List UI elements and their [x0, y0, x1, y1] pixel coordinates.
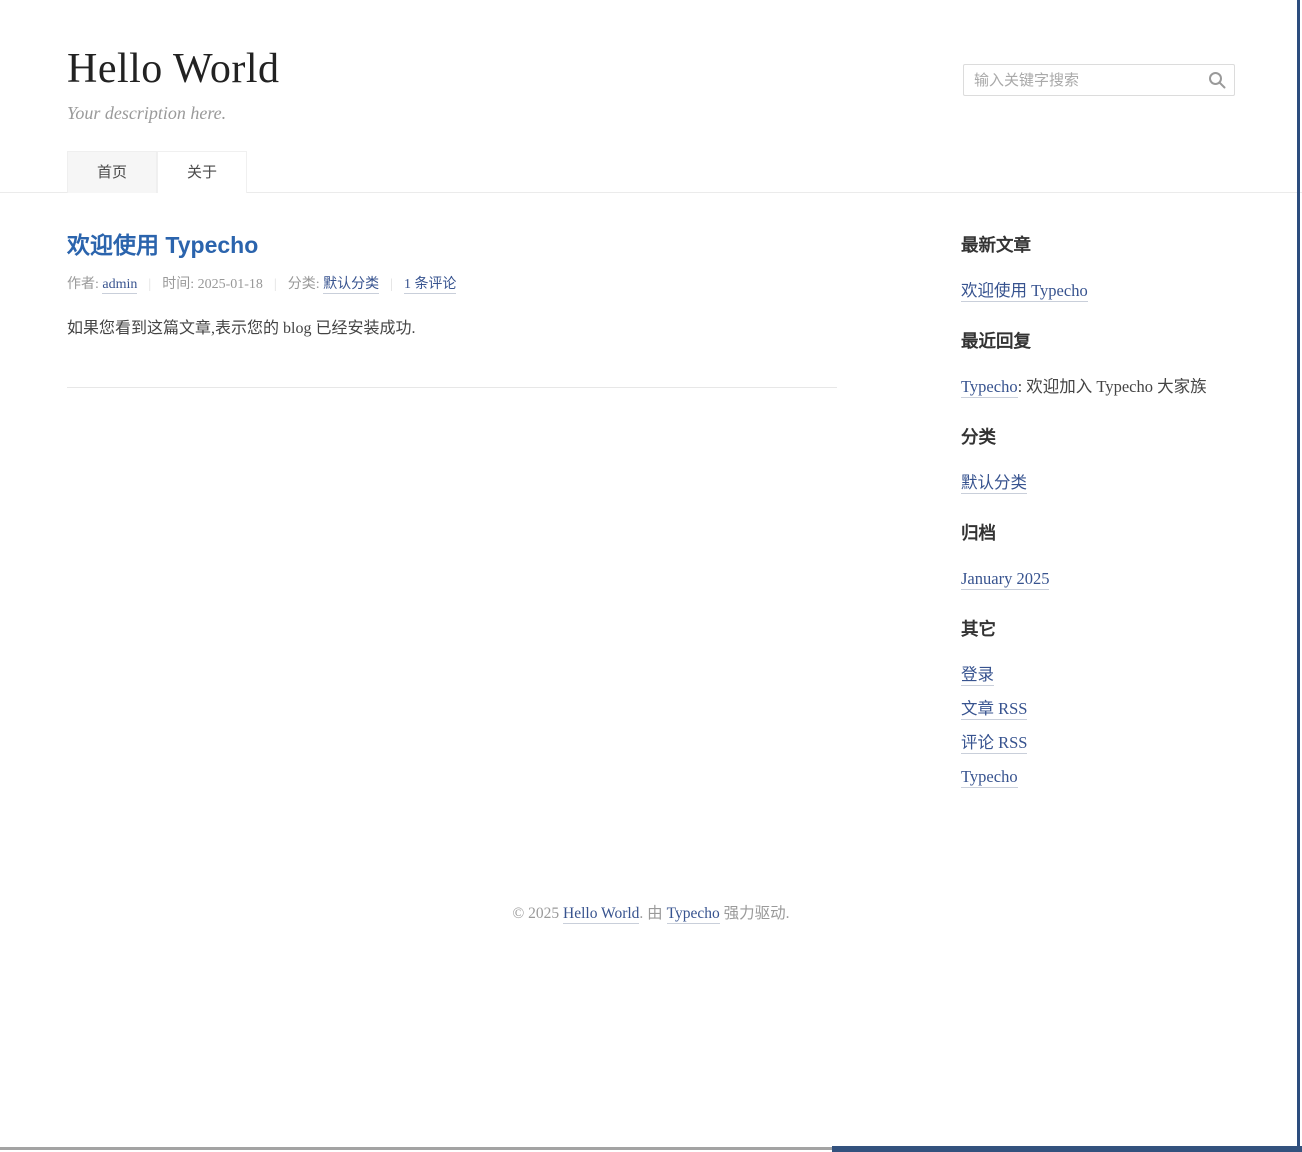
site-title-link[interactable]: Hello World — [67, 46, 280, 92]
sidebar-section-recent-comments: 最近回复 Typecho: 欢迎加入 Typecho 大家族 — [961, 331, 1235, 397]
recent-comment-text: : 欢迎加入 Typecho 大家族 — [1018, 377, 1207, 396]
list-item: January 2025 — [961, 569, 1235, 589]
search-box — [963, 64, 1235, 96]
main-area: 欢迎使用 Typecho 作者: admin | 时间: 2025-01-18 | 分类… — [67, 193, 1235, 817]
post-time: 时间: 2025-01-18 — [162, 277, 263, 292]
footer-suffix-text: 强力驱动. — [720, 905, 790, 922]
sidebar-section-recent-posts: 最新文章 欢迎使用 Typecho — [961, 235, 1235, 301]
post: 欢迎使用 Typecho 作者: admin | 时间: 2025-01-18 | 分类… — [67, 231, 837, 341]
background-window-right-edge — [1297, 0, 1300, 1152]
sidebar-section-misc: 其它 登录 文章 RSS 评论 RSS Typecho — [961, 619, 1235, 787]
post-author-link[interactable]: admin — [102, 277, 137, 294]
sidebar-section-categories: 分类 默认分类 — [961, 427, 1235, 493]
copyright-text: © 2025 — [513, 905, 564, 922]
list-item: Typecho — [961, 767, 1235, 787]
nav-tab-about[interactable]: 关于 — [157, 151, 247, 193]
sidebar: 最新文章 欢迎使用 Typecho 最近回复 Typecho: 欢迎加入 Typ… — [961, 193, 1235, 817]
search-input[interactable] — [963, 64, 1235, 96]
footer-middle-text: . 由 — [639, 905, 666, 922]
archive-link[interactable]: January 2025 — [961, 569, 1049, 590]
post-divider — [67, 387, 837, 388]
widget-title: 最新文章 — [961, 235, 1235, 255]
recent-comment-author-link[interactable]: Typecho — [961, 377, 1018, 398]
category-link[interactable]: 默认分类 — [961, 473, 1027, 494]
meta-separator: | — [390, 277, 393, 292]
background-window-bottom-navy-edge — [832, 1146, 1302, 1152]
content-column: 欢迎使用 Typecho 作者: admin | 时间: 2025-01-18 | 分类… — [67, 193, 837, 388]
post-category-label: 分类: — [288, 277, 323, 292]
footer-engine-link[interactable]: Typecho — [667, 905, 720, 924]
search-icon[interactable] — [1207, 70, 1227, 90]
sidebar-section-archives: 归档 January 2025 — [961, 523, 1235, 589]
meta-separator: | — [148, 277, 151, 292]
list-item: 文章 RSS — [961, 699, 1235, 719]
widget-title: 其它 — [961, 619, 1235, 639]
posts-rss-link[interactable]: 文章 RSS — [961, 699, 1027, 720]
widget-title: 最近回复 — [961, 331, 1235, 351]
site-footer: © 2025 Hello World. 由 Typecho 强力驱动. — [0, 817, 1302, 983]
typecho-link[interactable]: Typecho — [961, 767, 1018, 788]
post-category-link[interactable]: 默认分类 — [323, 277, 379, 294]
list-item: 登录 — [961, 665, 1235, 685]
post-body: 如果您看到这篇文章,表示您的 blog 已经安装成功. — [67, 317, 837, 341]
list-item: 默认分类 — [961, 473, 1235, 493]
login-link[interactable]: 登录 — [961, 665, 994, 686]
recent-post-link[interactable]: 欢迎使用 Typecho — [961, 281, 1088, 302]
post-title: 欢迎使用 Typecho — [67, 231, 837, 259]
widget-title: 归档 — [961, 523, 1235, 543]
background-window-bottom-edge — [0, 1147, 832, 1150]
post-comments-link[interactable]: 1 条评论 — [404, 277, 457, 294]
list-item: Typecho: 欢迎加入 Typecho 大家族 — [961, 377, 1235, 397]
comments-rss-link[interactable]: 评论 RSS — [961, 733, 1027, 754]
list-item: 欢迎使用 Typecho — [961, 281, 1235, 301]
widget-title: 分类 — [961, 427, 1235, 447]
meta-separator: | — [274, 277, 277, 292]
site-description: Your description here. — [67, 103, 1235, 124]
nav-tab-home[interactable]: 首页 — [67, 151, 157, 193]
site-header: Hello World Your description here. 首页 关于 — [0, 0, 1302, 193]
main-nav: 首页 关于 — [67, 151, 1235, 192]
list-item: 评论 RSS — [961, 733, 1235, 753]
blog-page: Hello World Your description here. 首页 关于… — [0, 0, 1302, 1152]
post-title-link[interactable]: 欢迎使用 Typecho — [67, 232, 258, 258]
post-author-label: 作者: — [67, 277, 102, 292]
footer-site-link[interactable]: Hello World — [563, 905, 639, 924]
post-meta: 作者: admin | 时间: 2025-01-18 | 分类: 默认分类 | 1 条评论 — [67, 273, 837, 293]
